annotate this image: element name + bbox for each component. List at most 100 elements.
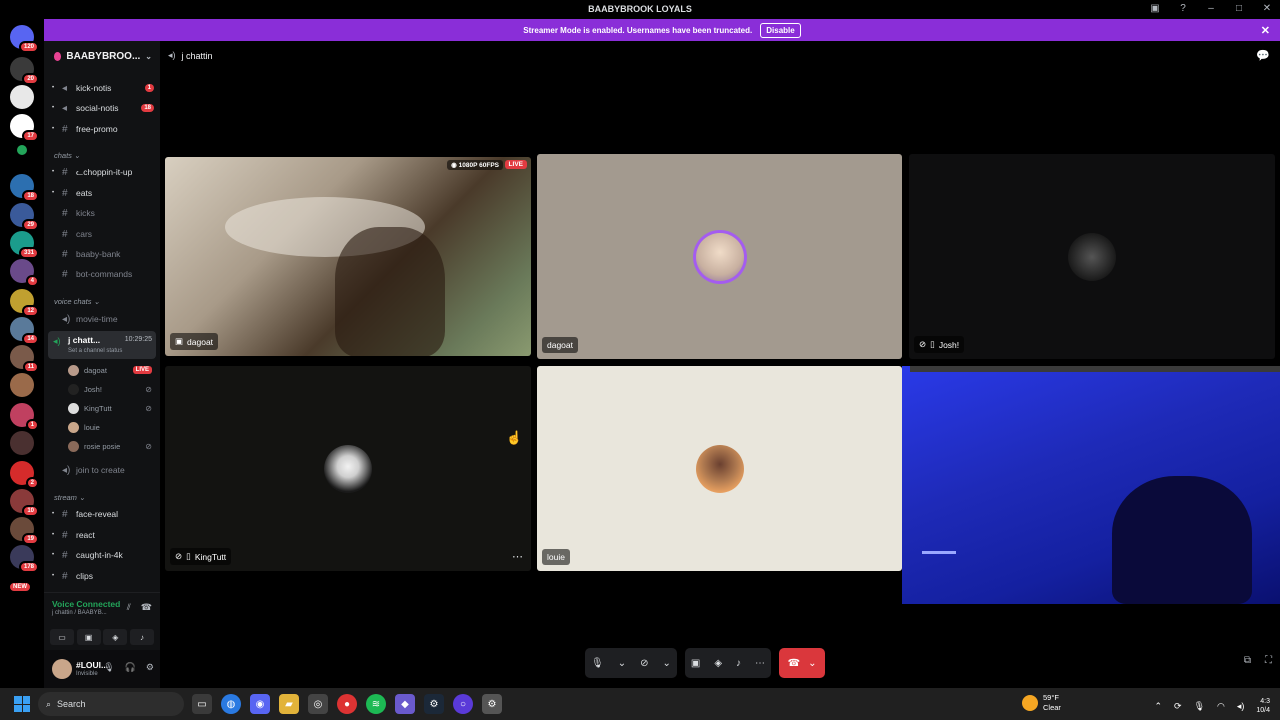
chevron-down-icon[interactable]: ⌄ [662,658,670,669]
server-icon[interactable]: 1 [10,403,39,431]
folder-icon[interactable] [17,145,27,155]
voice-connected-title[interactable]: Voice Connected [52,599,120,609]
windows-start-icon[interactable] [14,696,30,712]
minimize-button[interactable]: – [1204,3,1218,14]
maximize-button[interactable]: □ [1232,3,1246,14]
server-icon[interactable]: 12 [10,289,39,317]
close-window-button[interactable]: ✕ [1260,3,1274,14]
settings-gear-icon[interactable]: ⚙ [146,662,154,673]
channel-item[interactable]: • # ᓚchoppin-it-up [52,163,154,181]
channel-item[interactable]: • # caught-in-4k [52,546,154,564]
taskbar-search[interactable]: ⌕ Search [38,692,184,716]
server-icon[interactable] [10,431,34,455]
server-icon[interactable]: 178 [10,545,39,573]
voice-user[interactable]: rosie posie ⊘ [68,438,152,454]
file-explorer-icon[interactable]: ▰ [279,694,299,714]
clock[interactable]: 4:3 10/4 [1256,697,1270,715]
chevron-up-icon[interactable]: ⌃ [1154,701,1162,712]
wifi-icon[interactable]: ◠ [1217,701,1225,712]
sync-icon[interactable]: ⟳ [1174,701,1182,712]
webcam-tile[interactable] [902,366,1280,604]
chat-bubble-icon[interactable]: 💬 [1256,49,1270,62]
category-voice[interactable]: voice chats ⌄ [54,297,100,306]
task-view-icon[interactable]: ▭ [192,694,212,714]
channel-item[interactable]: • # face-reveal [52,505,154,523]
server-icon[interactable] [10,85,34,109]
fullscreen-icon[interactable]: ⛶ [1265,655,1272,666]
screen-share-button[interactable]: ▣ [76,629,101,645]
popout-icon[interactable]: ⧉ [1244,655,1251,666]
more-options-icon[interactable]: ⋯ [512,550,523,563]
app-icon[interactable]: ○ [453,694,473,714]
channel-item[interactable]: • # react [52,526,154,544]
camera-button[interactable]: ▭ [50,629,74,645]
server-header[interactable]: BAABYBROO... ⌄ [44,41,160,71]
channel-item[interactable]: # kicks [52,204,154,222]
voice-channel-item[interactable]: ◂) movie-time [52,310,154,328]
help-icon[interactable]: ? [1176,3,1190,14]
discord-icon[interactable]: ◉ [250,694,270,714]
channel-item[interactable]: • ◂ social-notis 18 [52,99,154,117]
activity-button[interactable]: ◈ [103,629,128,645]
camera-off-icon[interactable]: ⊘ [640,658,648,669]
chrome-icon[interactable]: ◍ [221,694,241,714]
channel-item[interactable]: # bot-commands [52,265,154,283]
disable-button[interactable]: Disable [760,22,801,38]
server-icon[interactable]: 2 [10,461,39,489]
screen-share-icon[interactable]: ▣ [691,658,700,669]
settings-icon[interactable]: ⚙ [482,694,502,714]
channel-item[interactable]: • # eats [52,184,154,202]
microphone-icon[interactable]: 🎙 [103,662,114,673]
noise-suppression-icon[interactable]: ⫽ [127,602,131,613]
activity-icon[interactable]: ◈ [714,658,722,669]
category-chats[interactable]: chats ⌄ [54,151,80,160]
channel-item[interactable]: # baaby-bank [52,245,154,263]
soundboard-button[interactable]: ♪ [129,629,154,645]
close-icon[interactable]: ✕ [1261,24,1270,37]
app-icon[interactable]: ◆ [395,694,415,714]
voice-user[interactable]: Josh! ⊘ [68,381,152,397]
server-icon[interactable]: 4 [10,259,39,287]
channel-status[interactable]: Set a channel status [68,348,122,354]
participant-tile[interactable]: ⊘ ▯ KingTutt ⋯ [165,366,531,571]
stream-tile[interactable]: ◉ 1080P 60FPS LIVE ▣ dagoat [165,157,531,356]
server-icon[interactable]: 14 [10,317,39,345]
server-icon[interactable]: 10 [10,489,39,517]
chevron-down-icon[interactable]: ⌄ [618,658,626,669]
weather-widget[interactable]: 59°F Clear [1022,693,1061,713]
disconnect-button[interactable]: ☎ ⌄ [779,648,826,678]
participant-tile[interactable]: dagoat [537,154,902,359]
microphone-icon[interactable]: 🎙 [1194,701,1205,712]
channel-item[interactable]: • # free-promo [52,120,154,138]
volume-icon[interactable]: ◂) [1237,701,1245,712]
soundboard-icon[interactable]: ♪ [736,658,741,669]
server-icon[interactable]: 17 [10,114,39,142]
server-icon[interactable]: 331 [10,231,39,259]
voice-connected-subtitle[interactable]: j chattin / BAABYB... [52,610,107,616]
steam-icon[interactable]: ⚙ [424,694,444,714]
server-icon[interactable]: 29 [10,203,39,231]
home-button[interactable]: 120 [10,25,39,53]
inbox-icon[interactable]: ▣ [1148,3,1162,14]
channel-item[interactable]: • ◂ kick-notis 1 [52,79,154,97]
app-icon[interactable]: ◎ [308,694,328,714]
join-to-create[interactable]: ◂) join to create [52,461,154,479]
participant-tile[interactable]: louie [537,366,902,571]
channel-item[interactable]: # cars [52,225,154,243]
voice-user[interactable]: KingTutt ⊘ [68,400,152,416]
category-stream[interactable]: stream ⌄ [54,493,85,502]
more-options-icon[interactable]: ⋯ [755,658,765,669]
spotify-icon[interactable]: ≋ [366,694,386,714]
server-icon[interactable]: 11 [10,345,39,373]
app-icon[interactable]: ● [337,694,357,714]
channel-item[interactable]: • # clips [52,567,154,585]
avatar[interactable] [52,659,72,679]
server-icon[interactable] [10,373,34,397]
server-icon[interactable]: 18 [10,174,39,202]
voice-user[interactable]: dagoat LIVE [68,362,152,378]
participant-tile[interactable]: ⊘ ▯ Josh! [909,154,1275,359]
server-icon[interactable]: 19 [10,517,39,545]
server-icon[interactable]: 20 [10,57,39,85]
active-voice-channel[interactable]: ◂) j chatt... 10:29:25 Set a channel sta… [48,331,156,359]
headphones-icon[interactable]: 🎧 [125,662,136,673]
